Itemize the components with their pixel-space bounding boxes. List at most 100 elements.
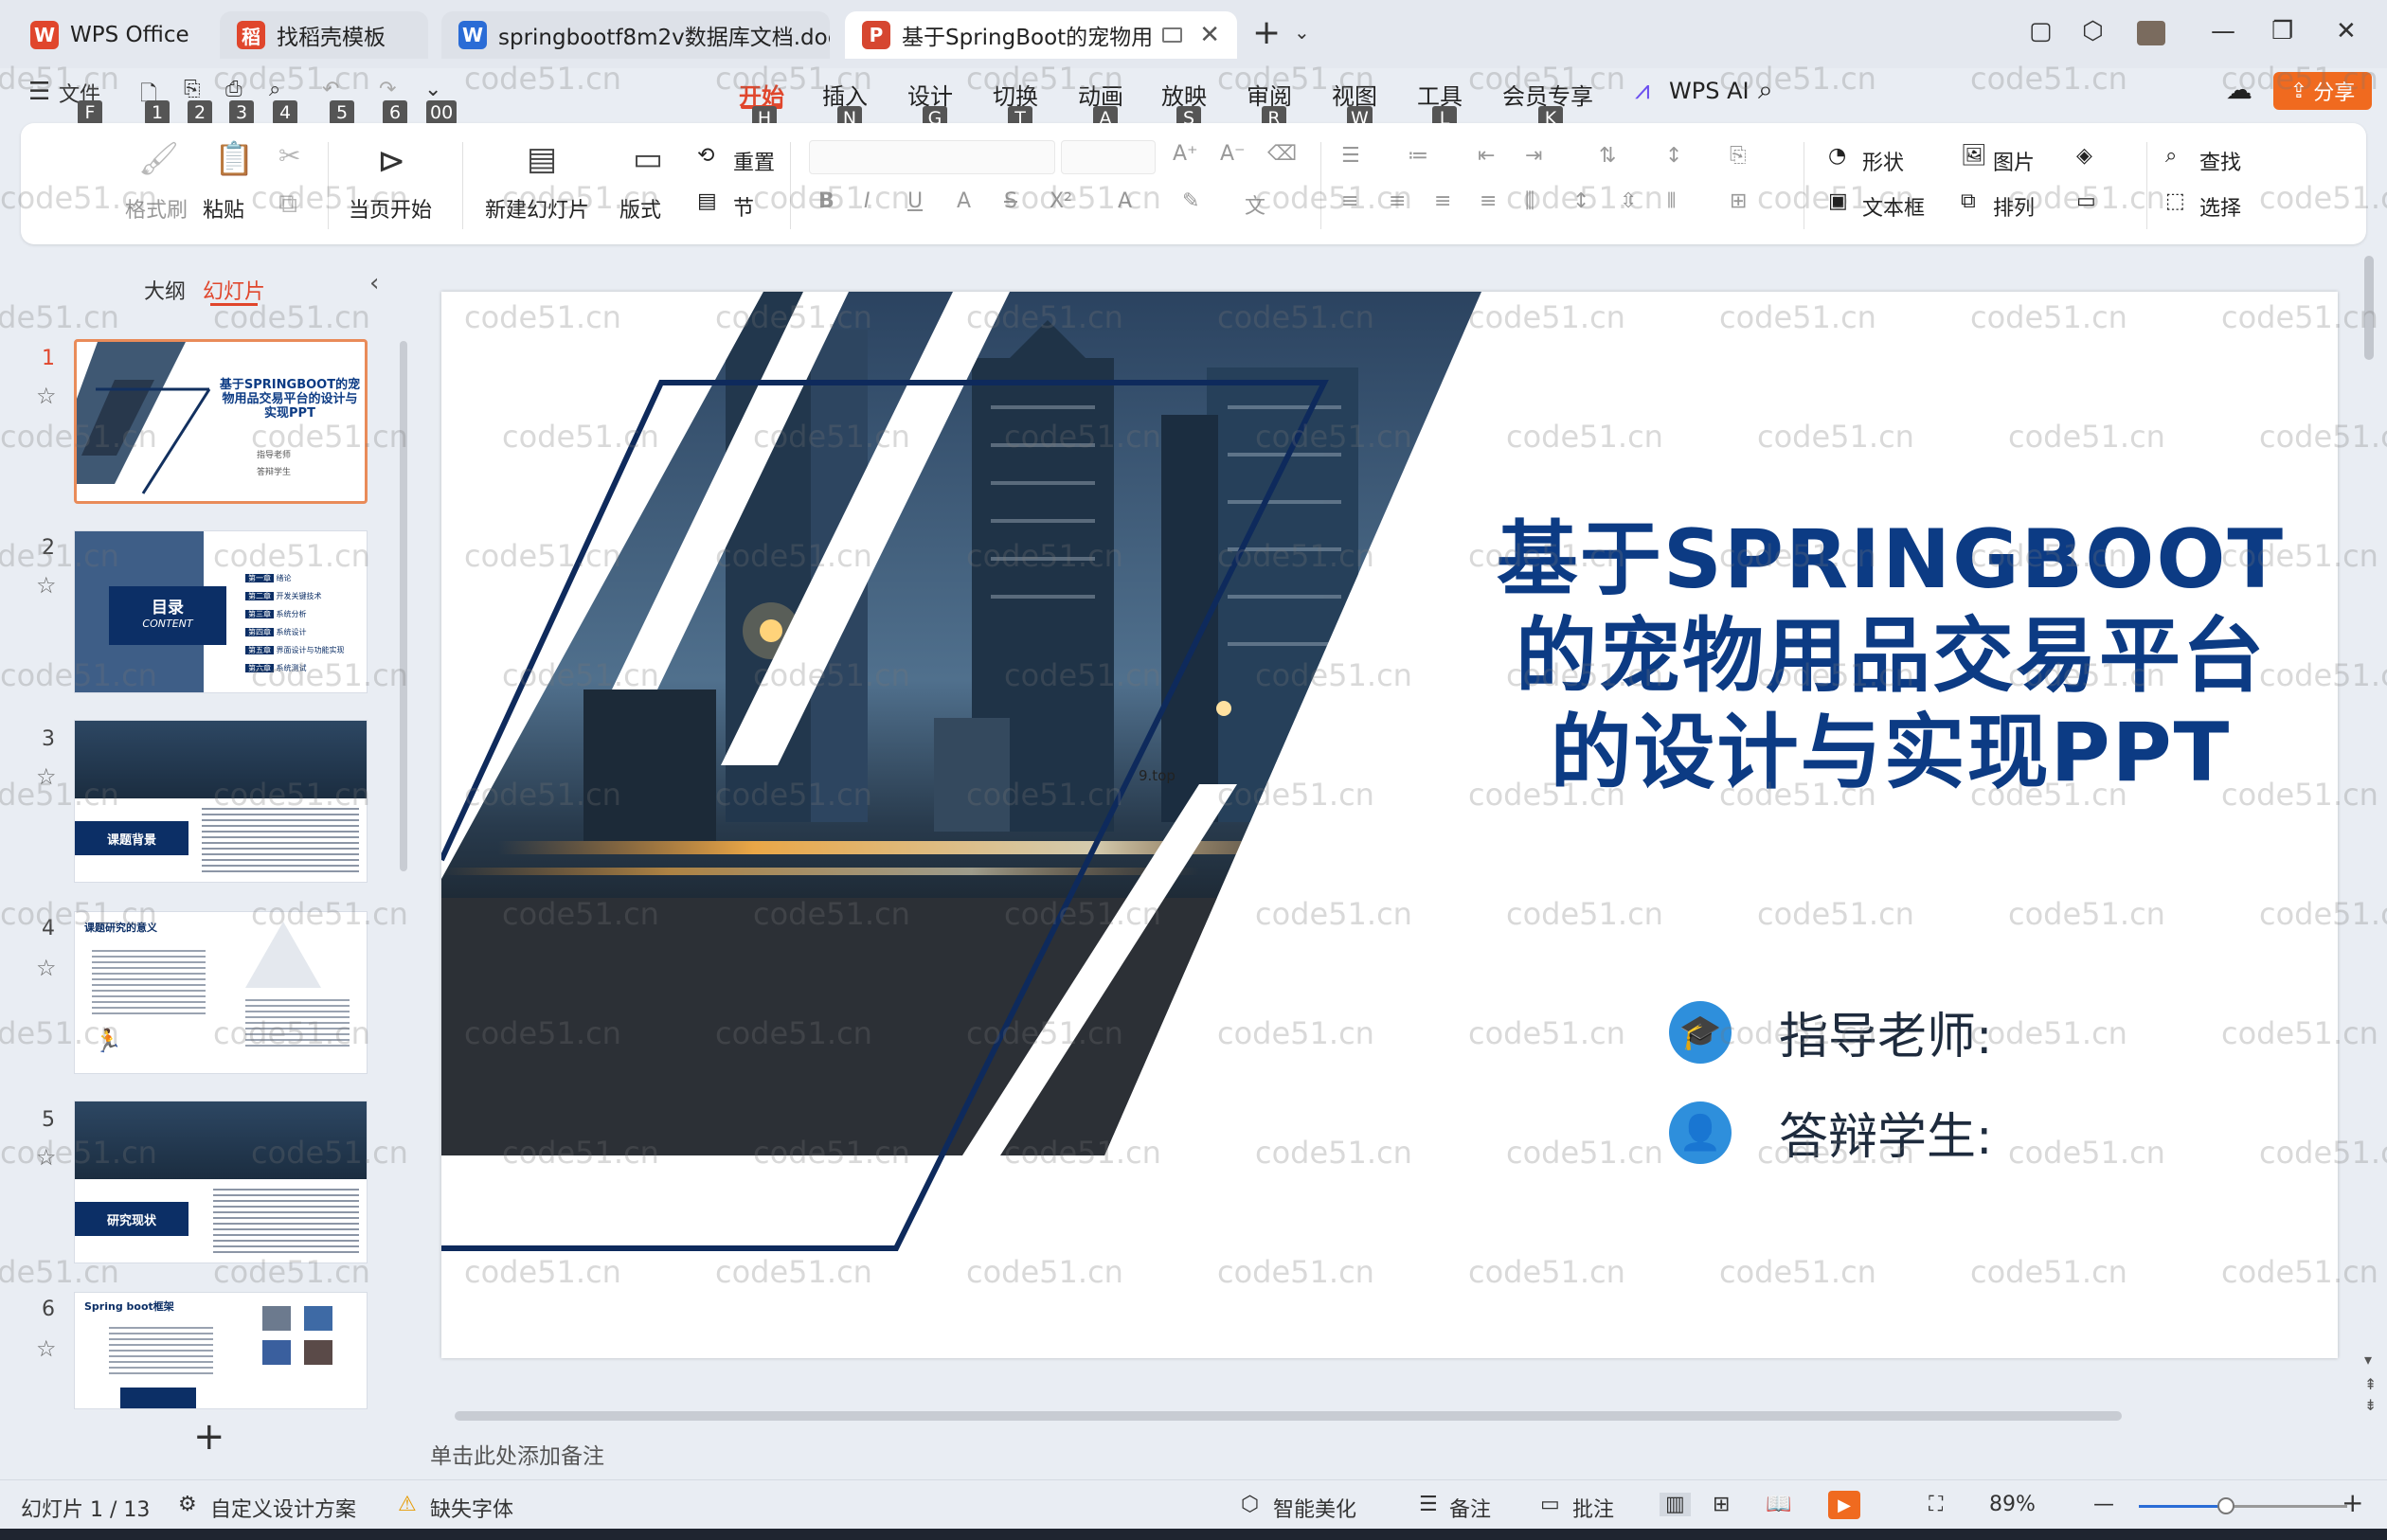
cloud-upload-icon[interactable]: ☁	[2226, 74, 2252, 105]
student-row[interactable]: 👤 答辩学生:	[1669, 1097, 1993, 1168]
monitor-icon[interactable]	[1161, 27, 1183, 43]
redo-icon[interactable]: ↷	[379, 78, 396, 101]
window-layout-icon[interactable]: ▢	[2029, 17, 2053, 45]
minimize-icon[interactable]: —	[2211, 17, 2235, 45]
cut-icon[interactable]: ✂	[278, 140, 300, 171]
arrange-button[interactable]: 排列	[1993, 191, 2035, 222]
prev-slide-icon[interactable]: ⇞	[2364, 1375, 2377, 1393]
new-tab-button[interactable]: +	[1252, 13, 1281, 52]
section-button[interactable]: 节	[733, 191, 754, 222]
reading-view-icon[interactable]: 📖	[1766, 1493, 1791, 1516]
notes-button[interactable]: 备注	[1449, 1493, 1491, 1523]
tab-template[interactable]: 稻 找稻壳模板	[220, 11, 428, 59]
paste-button[interactable]: 粘贴	[203, 193, 244, 224]
select-button[interactable]: 选择	[2199, 191, 2241, 222]
align-left-icon[interactable]: ≡	[1341, 189, 1358, 213]
avatar[interactable]	[2137, 21, 2165, 45]
customize-chevron-icon[interactable]: ⌄	[424, 78, 441, 101]
maximize-icon[interactable]: ❐	[2271, 17, 2293, 45]
search-icon[interactable]: ⌕	[1758, 74, 1773, 106]
share-button[interactable]: ⇪ 分享	[2273, 72, 2372, 110]
font-family-select[interactable]	[809, 140, 1055, 174]
zoom-slider[interactable]	[2139, 1497, 2347, 1514]
text-direction-icon[interactable]: ⇅	[1599, 144, 1616, 168]
text-align-icon[interactable]: ⊞	[1730, 189, 1747, 213]
slide-title[interactable]: 基于SPRINGBOOT 的宠物用品交易平台 的设计与实现PPT	[1464, 511, 2317, 801]
cube-icon[interactable]: ⬡	[2082, 17, 2104, 45]
strikethrough-icon[interactable]: S	[1004, 189, 1017, 213]
bullets-icon[interactable]: ☰	[1341, 144, 1360, 168]
find-button[interactable]: 查找	[2199, 146, 2241, 176]
fit-window-icon[interactable]: ⛶	[1929, 1493, 1943, 1516]
superscript-icon[interactable]: X²	[1050, 189, 1072, 213]
print-icon[interactable]: ⎙	[225, 78, 242, 101]
custom-design-button[interactable]: 自定义设计方案	[210, 1493, 356, 1523]
advisor-row[interactable]: 🎓 指导老师:	[1669, 996, 1993, 1067]
highlight-icon[interactable]: ✎	[1182, 189, 1199, 213]
print-preview-icon[interactable]: ⌕	[269, 78, 280, 101]
star-icon[interactable]: ☆	[36, 1335, 57, 1362]
normal-view-icon[interactable]: ▥	[1660, 1493, 1691, 1516]
justify-icon[interactable]: ≡	[1480, 189, 1497, 213]
shrink-font-icon[interactable]: A⁻	[1220, 142, 1246, 166]
grow-font-icon[interactable]: A⁺	[1173, 142, 1198, 166]
italic-icon[interactable]: I	[864, 189, 870, 213]
start-from-current-button[interactable]: 当页开始	[349, 193, 432, 224]
panel-scrollbar[interactable]	[400, 341, 407, 871]
star-icon[interactable]: ☆	[36, 572, 57, 599]
next-slide-icon[interactable]: ⇟	[2364, 1396, 2377, 1414]
paragraph-spacing-icon[interactable]: ⇳	[1620, 189, 1637, 213]
scroll-down-icon[interactable]: ▾	[2364, 1351, 2372, 1369]
columns-icon[interactable]: ⫴	[1667, 189, 1676, 213]
decrease-indent-icon[interactable]: ⇤	[1478, 144, 1495, 168]
slide-sorter-icon[interactable]: ⊞	[1713, 1493, 1730, 1516]
slide-thumbnail-2[interactable]: 目录 CONTENT 第一章 绪论 第二章 开发关键技术 第三章 系统分析 第四…	[74, 530, 368, 693]
align-right-icon[interactable]: ≡	[1434, 189, 1451, 213]
slide-thumbnail-5[interactable]: 研究现状	[74, 1101, 368, 1263]
slide-thumbnail-1[interactable]: 基于SPRINGBOOT的宠物用品交易平台的设计与实现PPT 指导老师 答辩学生	[74, 339, 368, 504]
line-spacing-icon[interactable]: ↕	[1572, 189, 1589, 213]
picture-button[interactable]: 图片	[1993, 146, 2035, 176]
text-shadow-icon[interactable]: A	[957, 189, 971, 213]
star-icon[interactable]: ☆	[36, 955, 57, 981]
notes-placeholder[interactable]: 单击此处添加备注	[430, 1438, 604, 1470]
comments-button[interactable]: 批注	[1572, 1493, 1614, 1523]
star-icon[interactable]: ☆	[36, 763, 57, 790]
star-icon[interactable]: ☆	[36, 1144, 57, 1171]
smart-beautify-button[interactable]: 智能美化	[1273, 1493, 1356, 1523]
collapse-panel-chevron-icon[interactable]: ‹	[369, 269, 379, 297]
distribute-icon[interactable]: ⫼	[1525, 189, 1534, 213]
shape-button[interactable]: 形状	[1862, 146, 1904, 176]
outline-icon[interactable]: ▭	[2076, 189, 2096, 213]
zoom-in-icon[interactable]: +	[2342, 1487, 2363, 1518]
tab-presentation[interactable]: P 基于SpringBoot的宠物用品交 ✕	[845, 11, 1237, 59]
tab-list-chevron-icon[interactable]: ⌄	[1294, 21, 1310, 44]
reset-button[interactable]: 重置	[733, 146, 775, 176]
wps-ai-button[interactable]: WPS AI	[1669, 78, 1750, 104]
missing-fonts-button[interactable]: 缺失字体	[430, 1493, 513, 1523]
zoom-level[interactable]: 89%	[1989, 1493, 2036, 1516]
phonetic-icon[interactable]: 文	[1245, 189, 1265, 220]
close-tab-icon[interactable]: ✕	[1199, 21, 1220, 49]
tab-wps-office[interactable]: W WPS Office	[13, 11, 203, 59]
vertical-scrollbar[interactable]	[2364, 256, 2374, 360]
increase-indent-icon[interactable]: ⇥	[1525, 144, 1542, 168]
horizontal-scrollbar[interactable]	[455, 1411, 2122, 1421]
outline-tab[interactable]: 大纲	[144, 275, 186, 305]
copy-icon[interactable]: ⧉	[278, 188, 297, 220]
bold-icon[interactable]: B	[818, 189, 835, 213]
output-icon[interactable]: ⎘	[184, 78, 201, 101]
slide-thumbnail-6[interactable]: Spring boot框架	[74, 1292, 368, 1409]
play-slideshow-button[interactable]: ▶	[1828, 1491, 1860, 1519]
slide-thumbnail-3[interactable]: 课题背景	[74, 720, 368, 883]
fill-icon[interactable]: ◈	[2076, 144, 2092, 168]
font-color-icon[interactable]: A	[1118, 189, 1132, 213]
slides-tab[interactable]: 幻灯片	[203, 275, 265, 305]
format-painter-button[interactable]: 格式刷	[125, 193, 188, 224]
slide-thumbnail-4[interactable]: 课题研究的意义 🏃	[74, 911, 368, 1074]
hamburger-menu-icon[interactable]: ☰	[28, 78, 50, 106]
tab-doc[interactable]: W springbootf8m2v数据库文档.doc	[441, 11, 830, 59]
numbering-icon[interactable]: ≔	[1408, 144, 1428, 168]
slide-canvas[interactable]: 9.top 基于SPRINGBOOT 的宠物用品交易平台 的设计与实现PPT 🎓…	[441, 292, 2338, 1358]
convert-icon[interactable]: ⎘	[1730, 144, 1747, 168]
